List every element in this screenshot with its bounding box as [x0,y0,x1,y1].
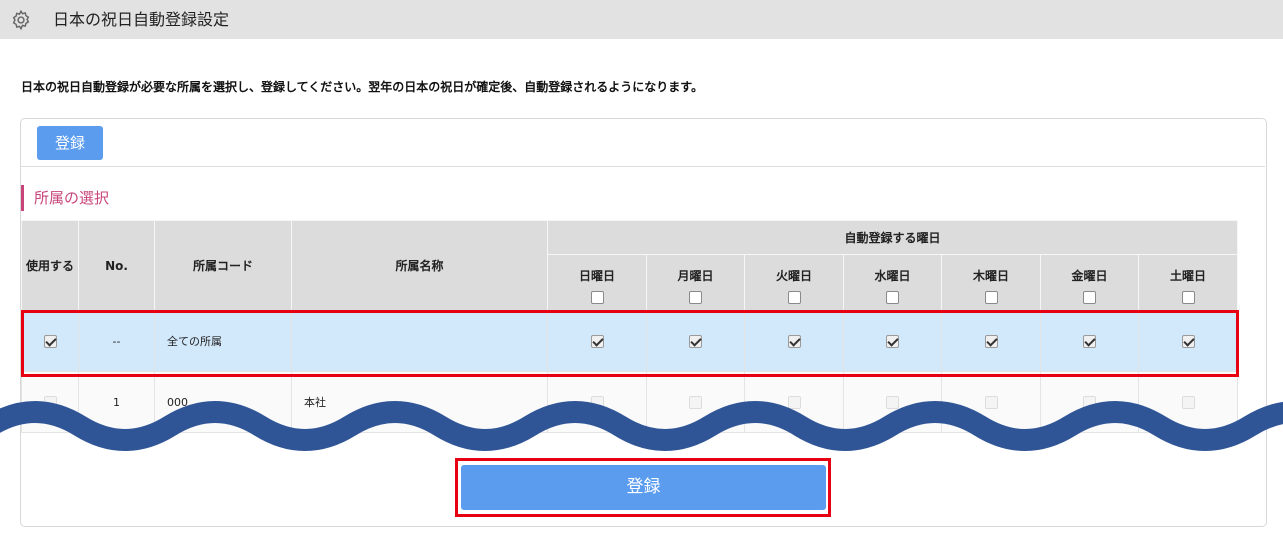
header-day-label: 火曜日 [775,269,812,283]
header-code: 所属コード [154,220,292,311]
header-day-label: 土曜日 [1169,269,1206,283]
header-name: 所属名称 [291,220,548,311]
header-day-label: 木曜日 [972,269,1009,283]
register-button-top[interactable]: 登録 [37,126,103,160]
day-header-checkbox[interactable] [689,291,702,304]
title-bar: 日本の祝日自動登録設定 [0,0,1283,39]
header-day: 月曜日 [646,254,745,311]
section-title: 所属の選択 [21,185,109,211]
header-day-label: 金曜日 [1071,269,1108,283]
day-header-checkbox[interactable] [886,291,899,304]
page-description: 日本の祝日自動登録が必要な所属を選択し、登録してください。翌年の日本の祝日が確定… [21,80,704,94]
day-header-checkbox[interactable] [590,291,604,304]
day-header-checkbox[interactable] [1083,291,1096,304]
page-title: 日本の祝日自動登録設定 [53,10,230,29]
header-day: 水曜日 [843,254,942,311]
header-day: 火曜日 [744,254,844,311]
day-header-checkbox[interactable] [984,291,998,304]
header-no: No. [78,220,155,311]
header-day-label: 日曜日 [578,269,615,283]
header-day-label: 月曜日 [677,269,714,283]
header-day: 土曜日 [1138,254,1238,311]
header-day: 木曜日 [941,254,1041,311]
header-weekday-group: 自動登録する曜日 [547,220,1238,255]
header-day: 日曜日 [547,254,647,311]
day-header-checkbox[interactable] [1181,291,1195,304]
header-use: 使用する [21,220,79,311]
gear-icon [12,9,30,31]
highlight-annotation-row [21,310,1239,377]
toolbar-divider [21,166,1265,167]
header-day-label: 水曜日 [874,269,911,283]
highlight-annotation-button [455,458,831,517]
header-day: 金曜日 [1040,254,1139,311]
day-header-checkbox[interactable] [787,291,801,304]
